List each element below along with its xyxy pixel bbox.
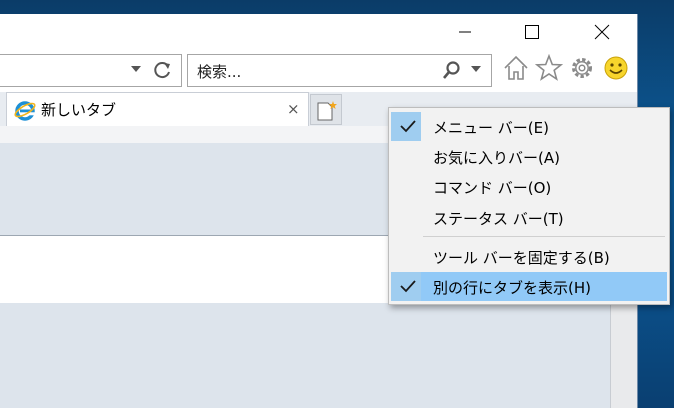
menu-item-label: メニュー バー(E)	[433, 119, 549, 137]
toolbar-context-menu: メニュー バー(E) お気に入りバー(A) コマンド バー(O) ステータス バ…	[388, 107, 670, 305]
menu-item-command-bar[interactable]: コマンド バー(O)	[391, 172, 667, 201]
home-icon[interactable]	[502, 54, 530, 82]
checkmark-icon	[400, 120, 416, 133]
tab-title[interactable]: 新しいタブ	[41, 99, 116, 120]
search-icon[interactable]	[442, 60, 462, 80]
menu-item-label: お気に入りバー(A)	[433, 149, 560, 167]
menu-item-status-bar[interactable]: ステータス バー(T)	[391, 203, 667, 232]
checkmark-icon	[400, 280, 416, 293]
tab-close-button[interactable]: ×	[287, 100, 300, 118]
maximize-button[interactable]	[509, 14, 555, 50]
menu-item-tabs-on-separate-row[interactable]: 別の行にタブを表示(H)	[391, 272, 667, 301]
refresh-icon[interactable]	[153, 60, 173, 80]
minimize-button[interactable]	[442, 14, 488, 50]
menu-item-menu-bar[interactable]: メニュー バー(E)	[391, 112, 667, 141]
minimize-icon	[459, 31, 471, 33]
page-content	[0, 303, 610, 408]
tab-new-tab[interactable]: 新しいタブ ×	[6, 92, 309, 126]
chevron-down-icon[interactable]	[470, 63, 482, 75]
smiley-feedback-icon[interactable]	[602, 54, 630, 82]
close-button[interactable]	[579, 14, 625, 50]
menu-item-label: 別の行にタブを表示(H)	[433, 279, 591, 297]
search-box[interactable]: 検索...	[187, 54, 492, 87]
menu-item-label: コマンド バー(O)	[433, 179, 552, 197]
search-placeholder[interactable]: 検索...	[197, 61, 241, 82]
menu-separator	[423, 236, 665, 237]
menu-item-lock-toolbars[interactable]: ツール バーを固定する(B)	[391, 242, 667, 271]
menu-item-label: ステータス バー(T)	[433, 210, 564, 228]
gear-icon[interactable]	[568, 54, 596, 82]
favorites-star-icon[interactable]	[535, 54, 563, 82]
close-icon	[594, 24, 610, 40]
new-tab-button[interactable]	[310, 94, 342, 125]
address-bar[interactable]	[0, 54, 182, 87]
menu-item-favorites-bar[interactable]: お気に入りバー(A)	[391, 142, 667, 171]
menu-item-label: ツール バーを固定する(B)	[433, 249, 610, 267]
maximize-icon	[525, 25, 539, 39]
title-bar	[0, 14, 637, 50]
new-tab-icon	[317, 101, 337, 121]
ie-logo-icon	[14, 101, 36, 121]
chevron-down-icon[interactable]	[130, 63, 142, 75]
